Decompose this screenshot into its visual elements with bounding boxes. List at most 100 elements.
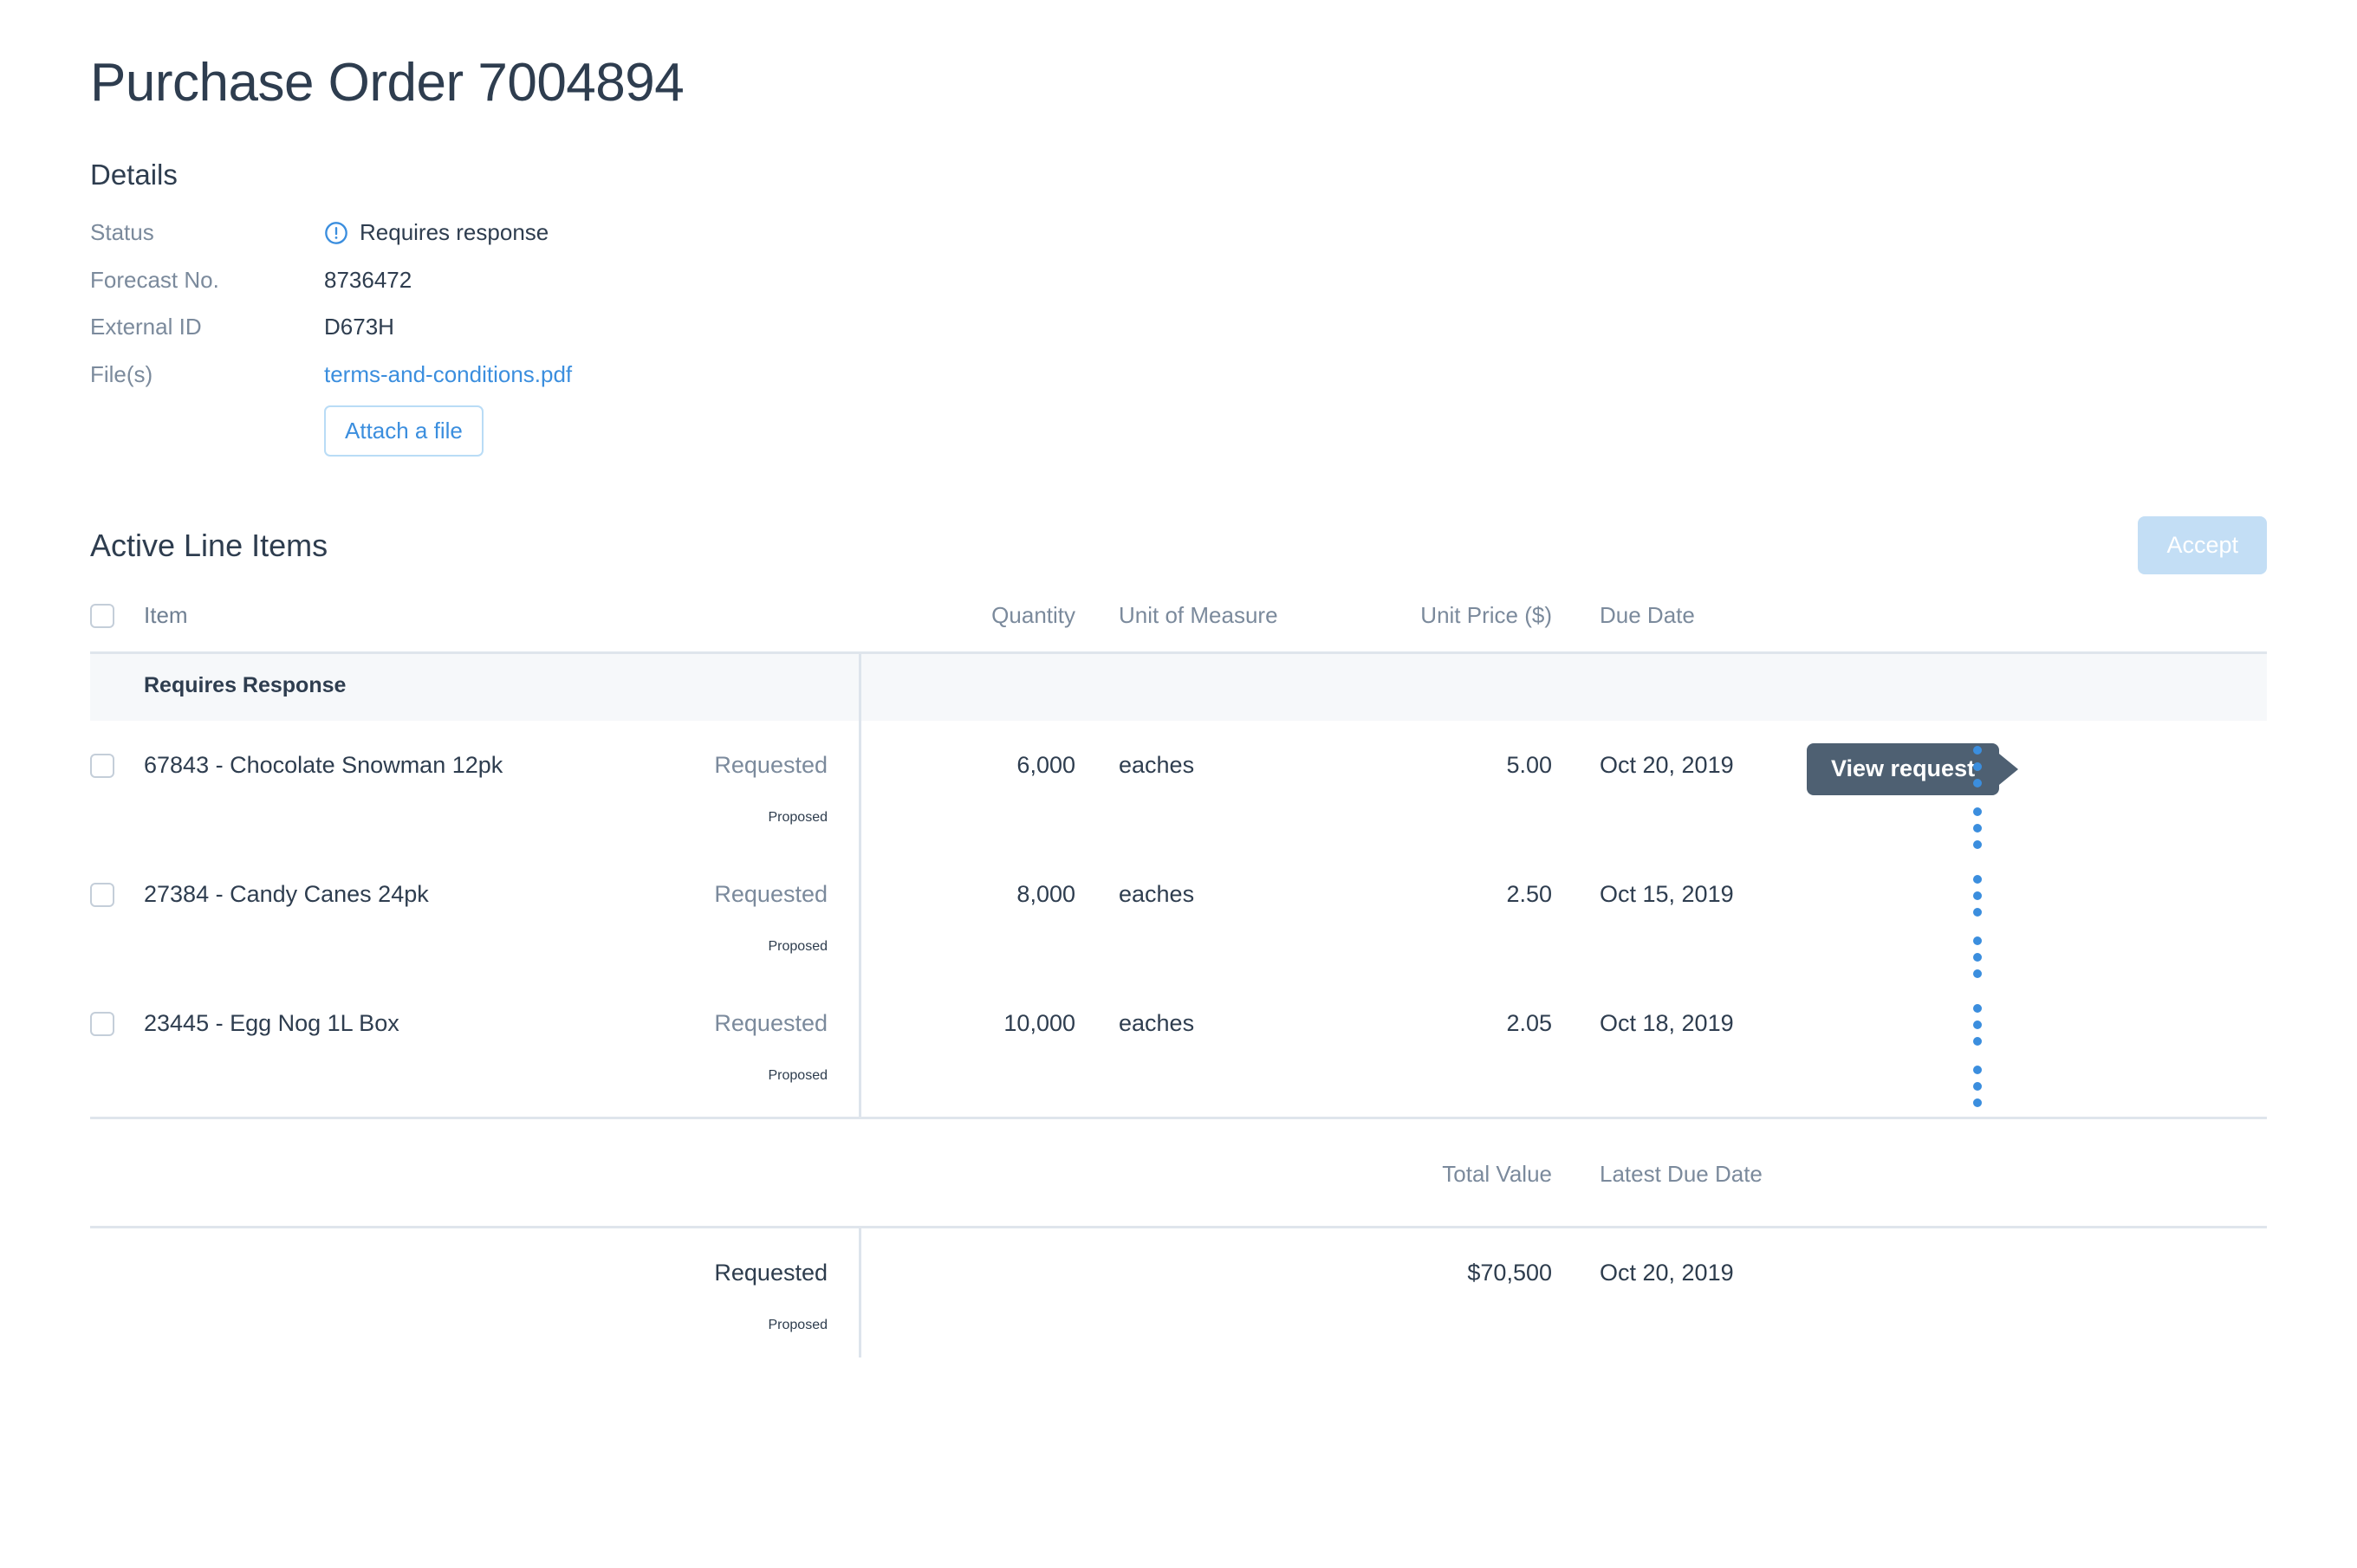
column-header-unit-of-measure: Unit of Measure bbox=[1119, 601, 1278, 628]
details-label-external-id: External ID bbox=[90, 314, 202, 340]
details-row-status: Status Requires response bbox=[90, 218, 572, 266]
details-row-forecast-no: Forecast No. 8736472 bbox=[90, 266, 572, 314]
details-label-files: File(s) bbox=[90, 361, 153, 388]
kebab-dot bbox=[1973, 969, 1982, 978]
spacer-checkbox bbox=[90, 1286, 144, 1288]
row-proposed-due-date bbox=[1552, 1037, 1838, 1068]
details-value-status: Requires response bbox=[324, 218, 572, 266]
column-header-item: Item bbox=[144, 601, 188, 628]
row-requested-unit-of-measure: eaches bbox=[1119, 1009, 1195, 1036]
row-proposed-quantity bbox=[859, 779, 1075, 810]
spacer-checkbox bbox=[90, 1037, 144, 1039]
line-items-body: Requires Response 67843 - Chocolate Snow… bbox=[90, 653, 2267, 1117]
details-value-external-id: D673H bbox=[324, 314, 394, 340]
row-checkbox-cell bbox=[90, 752, 144, 778]
details-label-status: Status bbox=[90, 218, 154, 245]
kebab-dot bbox=[1973, 823, 1982, 833]
spacer-checkbox bbox=[90, 1161, 144, 1163]
row-item-name: 67843 - Chocolate Snowman 12pk bbox=[144, 751, 503, 778]
kebab-dot bbox=[1973, 952, 1982, 962]
accept-button[interactable]: Accept bbox=[2138, 516, 2267, 574]
row-checkbox[interactable] bbox=[90, 753, 114, 778]
kebab-dot bbox=[1973, 874, 1982, 884]
details-value-forecast-no: 8736472 bbox=[324, 266, 412, 293]
row-kebab-menu-proposed[interactable] bbox=[1973, 1065, 1982, 1107]
select-all-checkbox[interactable] bbox=[90, 603, 114, 628]
column-header-due-date: Due Date bbox=[1600, 601, 1695, 628]
column-header-unit-price: Unit Price ($) bbox=[1420, 601, 1552, 628]
totals-label-total-value: Total Value bbox=[1442, 1160, 1552, 1187]
row-requested-due-date: Oct 20, 2019 bbox=[1600, 751, 1734, 778]
row-state-requested: Requested bbox=[714, 751, 828, 778]
status-text: Requires response bbox=[360, 218, 549, 245]
totals-row-requested: Requested $70,500 Oct 20, 2019 bbox=[90, 1228, 2267, 1286]
totals-proposed-total-value bbox=[1335, 1286, 1552, 1318]
row-proposed-due-date bbox=[1552, 908, 1838, 939]
table-row: 23445 - Egg Nog 1L Box Requested 10,000 … bbox=[90, 979, 2267, 1046]
row-state-proposed: Proposed bbox=[768, 938, 828, 954]
totals-requested-latest-due-date: Oct 20, 2019 bbox=[1600, 1259, 1734, 1286]
table-row: 27384 - Candy Canes 24pk Requested 8,000… bbox=[90, 850, 2267, 917]
details-row-external-id: External ID D673H bbox=[90, 313, 572, 360]
column-header-quantity: Quantity bbox=[991, 601, 1075, 628]
row-requested-quantity: 6,000 bbox=[1016, 751, 1075, 778]
row-proposed-unit-of-measure bbox=[1075, 779, 1335, 810]
row-checkbox[interactable] bbox=[90, 1011, 114, 1036]
row-proposed-quantity bbox=[859, 1037, 1075, 1068]
kebab-dot bbox=[1973, 745, 1982, 755]
row-kebab-menu-proposed[interactable] bbox=[1973, 936, 1982, 978]
totals-state-proposed: Proposed bbox=[768, 1317, 828, 1332]
totals-row-proposed: Proposed bbox=[90, 1286, 2267, 1357]
row-checkbox[interactable] bbox=[90, 882, 114, 907]
row-checkbox-cell bbox=[90, 1010, 144, 1036]
kebab-dot bbox=[1973, 761, 1982, 771]
row-requested-quantity: 10,000 bbox=[1003, 1009, 1075, 1036]
row-requested-quantity: 8,000 bbox=[1016, 880, 1075, 907]
kebab-dot bbox=[1973, 1065, 1982, 1074]
kebab-dot bbox=[1973, 1020, 1982, 1029]
spacer-checkbox bbox=[90, 908, 144, 910]
group-header-requires-response: Requires Response bbox=[90, 653, 2267, 721]
line-items-table: Item Quantity Unit of Measure Unit Price… bbox=[90, 602, 2267, 1357]
totals-requested-total-value: $70,500 bbox=[1467, 1259, 1552, 1286]
row-kebab-menu-proposed[interactable] bbox=[1973, 807, 1982, 849]
file-link-terms-and-conditions[interactable]: terms-and-conditions.pdf bbox=[324, 361, 572, 387]
row-item-name: 27384 - Candy Canes 24pk bbox=[144, 880, 429, 907]
group-header-label: Requires Response bbox=[144, 673, 347, 698]
row-proposed-unit-price bbox=[1335, 779, 1552, 810]
row-state-proposed: Proposed bbox=[768, 1067, 828, 1083]
table-row-proposed: Proposed bbox=[90, 1037, 2267, 1117]
row-proposed-unit-of-measure bbox=[1075, 908, 1335, 939]
totals-label-latest-due-date: Latest Due Date bbox=[1600, 1160, 1763, 1187]
table-header-row: Item Quantity Unit of Measure Unit Price… bbox=[90, 602, 2267, 654]
table-row: 67843 - Chocolate Snowman 12pk Requested… bbox=[90, 721, 2267, 796]
attach-a-file-button[interactable]: Attach a file bbox=[324, 405, 484, 457]
alert-circle-icon bbox=[324, 221, 348, 245]
row-requested-unit-of-measure: eaches bbox=[1119, 880, 1195, 907]
row-state-requested: Requested bbox=[714, 1009, 828, 1036]
details-table: Status Requires response Forecast No. 87… bbox=[90, 218, 572, 475]
active-line-items-heading: Active Line Items bbox=[90, 527, 328, 563]
row-requested-unit-price: 5.00 bbox=[1506, 751, 1552, 778]
row-requested-due-date: Oct 18, 2019 bbox=[1600, 1009, 1734, 1036]
spacer-checkbox bbox=[90, 1260, 144, 1261]
row-proposed-quantity bbox=[859, 908, 1075, 939]
row-state-proposed: Proposed bbox=[768, 809, 828, 825]
purchase-order-page: Purchase Order 7004894 Details Status Re… bbox=[0, 0, 2357, 1568]
totals-header-row: Total Value Latest Due Date bbox=[90, 1119, 2267, 1226]
details-value-files: terms-and-conditions.pdf Attach a file bbox=[324, 360, 572, 475]
page-title: Purchase Order 7004894 bbox=[90, 53, 685, 113]
row-state-requested: Requested bbox=[714, 880, 828, 907]
kebab-dot bbox=[1973, 1081, 1982, 1091]
kebab-dot bbox=[1973, 807, 1982, 816]
row-requested-unit-of-measure: eaches bbox=[1119, 751, 1195, 778]
row-proposed-unit-price bbox=[1335, 1037, 1552, 1068]
kebab-dot bbox=[1973, 936, 1982, 945]
kebab-dot bbox=[1973, 1098, 1982, 1107]
row-requested-unit-price: 2.05 bbox=[1506, 1009, 1552, 1036]
row-proposed-unit-of-measure bbox=[1075, 1037, 1335, 1068]
row-requested-unit-price: 2.50 bbox=[1506, 880, 1552, 907]
row-requested-due-date: Oct 15, 2019 bbox=[1600, 880, 1734, 907]
select-all-checkbox-cell bbox=[90, 602, 144, 628]
table-row-proposed: Proposed bbox=[90, 908, 2267, 979]
